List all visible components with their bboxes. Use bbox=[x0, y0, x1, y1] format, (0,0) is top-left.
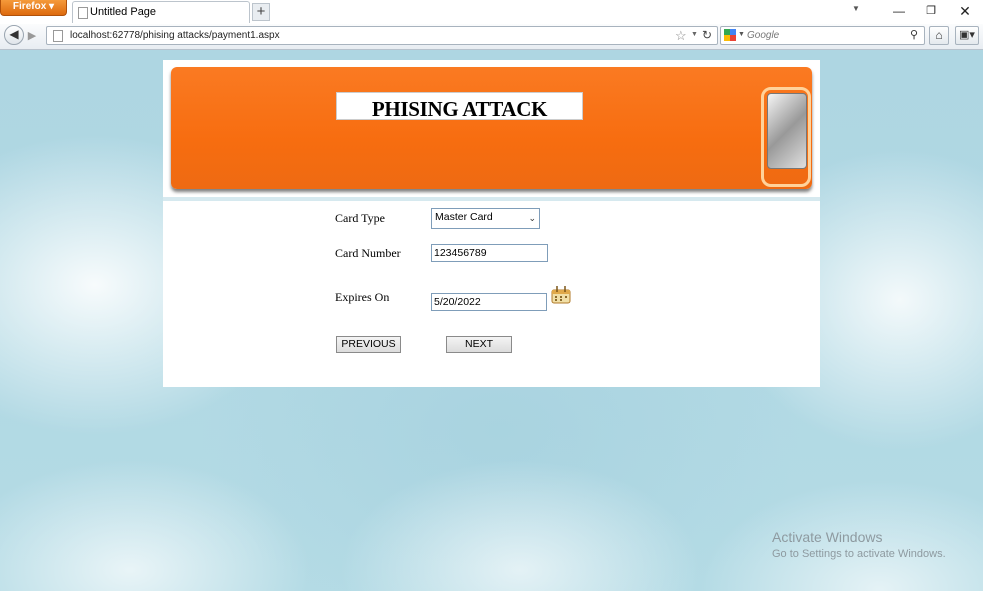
card-type-label: Card Type bbox=[335, 211, 385, 225]
search-icon[interactable]: ⚲ bbox=[910, 28, 918, 41]
watermark-subtitle: Go to Settings to activate Windows. bbox=[772, 548, 946, 560]
tab-title: Untitled Page bbox=[90, 6, 157, 18]
forward-arrow-icon: ▶ bbox=[27, 30, 37, 42]
bookmarks-icon: ▣▾ bbox=[959, 29, 975, 41]
back-arrow-icon: ◀ bbox=[9, 27, 19, 41]
url-text[interactable]: localhost:62778/phising attacks/payment1… bbox=[70, 30, 280, 41]
card-type-select[interactable]: Master Card ⌄ bbox=[431, 208, 540, 229]
close-icon[interactable]: ✕ bbox=[957, 3, 973, 19]
firefox-menu-button[interactable]: Firefox ▾ bbox=[0, 0, 67, 16]
previous-button[interactable]: PREVIOUS bbox=[336, 336, 401, 353]
page-content: PHISING ATTACK Card Type Master Card ⌄ C… bbox=[163, 60, 820, 387]
search-box[interactable]: ▼ Google ⚲ bbox=[720, 26, 925, 45]
bookmark-star-icon[interactable]: ☆ bbox=[675, 28, 687, 44]
search-engine-dropdown-icon[interactable]: ▼ bbox=[738, 31, 745, 38]
card-type-value: Master Card bbox=[435, 211, 493, 223]
home-icon: ⌂ bbox=[935, 28, 943, 42]
activate-windows-watermark: Activate Windows Go to Settings to activ… bbox=[772, 529, 946, 560]
card-number-input[interactable]: 123456789 bbox=[431, 244, 548, 262]
bookmarks-button[interactable]: ▣▾ bbox=[955, 26, 979, 45]
expires-label: Expires On bbox=[335, 290, 390, 304]
banner-title: PHISING ATTACK bbox=[371, 97, 548, 121]
calendar-icon[interactable] bbox=[551, 284, 571, 304]
page-icon bbox=[78, 7, 88, 19]
navigation-bar: ◀ ▶ localhost:62778/phising attacks/paym… bbox=[0, 24, 983, 50]
title-bar: Firefox ▾ Untitled Page + ▼ — ❐ ✕ bbox=[0, 0, 983, 24]
reload-icon[interactable]: ↻ bbox=[702, 28, 712, 42]
back-button[interactable]: ◀ bbox=[4, 25, 24, 45]
restore-icon[interactable]: ❐ bbox=[923, 3, 939, 19]
home-button[interactable]: ⌂ bbox=[929, 26, 949, 45]
firefox-menu-label: Firefox bbox=[12, 1, 47, 12]
tab-list-chevron-icon[interactable]: ▼ bbox=[852, 4, 860, 13]
next-button[interactable]: NEXT bbox=[446, 336, 512, 353]
url-bar[interactable]: localhost:62778/phising attacks/payment1… bbox=[46, 26, 718, 45]
page-icon bbox=[53, 30, 63, 42]
forward-button[interactable]: ▶ bbox=[24, 29, 40, 43]
card-number-label: Card Number bbox=[335, 246, 401, 260]
watermark-title: Activate Windows bbox=[772, 529, 883, 545]
header-banner: PHISING ATTACK bbox=[171, 67, 812, 189]
expires-input[interactable]: 5/20/2022 bbox=[431, 293, 547, 311]
banner-title-box: PHISING ATTACK bbox=[336, 92, 583, 121]
chevron-down-icon: ⌄ bbox=[528, 213, 536, 223]
browser-tab[interactable]: Untitled Page bbox=[72, 1, 250, 23]
plus-icon: + bbox=[256, 3, 266, 20]
minimize-icon[interactable]: — bbox=[891, 3, 907, 19]
divider bbox=[163, 197, 820, 201]
card-image bbox=[767, 93, 807, 169]
history-dropdown-icon[interactable]: ▼ bbox=[691, 31, 698, 38]
google-icon[interactable] bbox=[724, 29, 736, 41]
search-placeholder[interactable]: Google bbox=[747, 30, 779, 41]
new-tab-button[interactable]: + bbox=[252, 3, 270, 21]
